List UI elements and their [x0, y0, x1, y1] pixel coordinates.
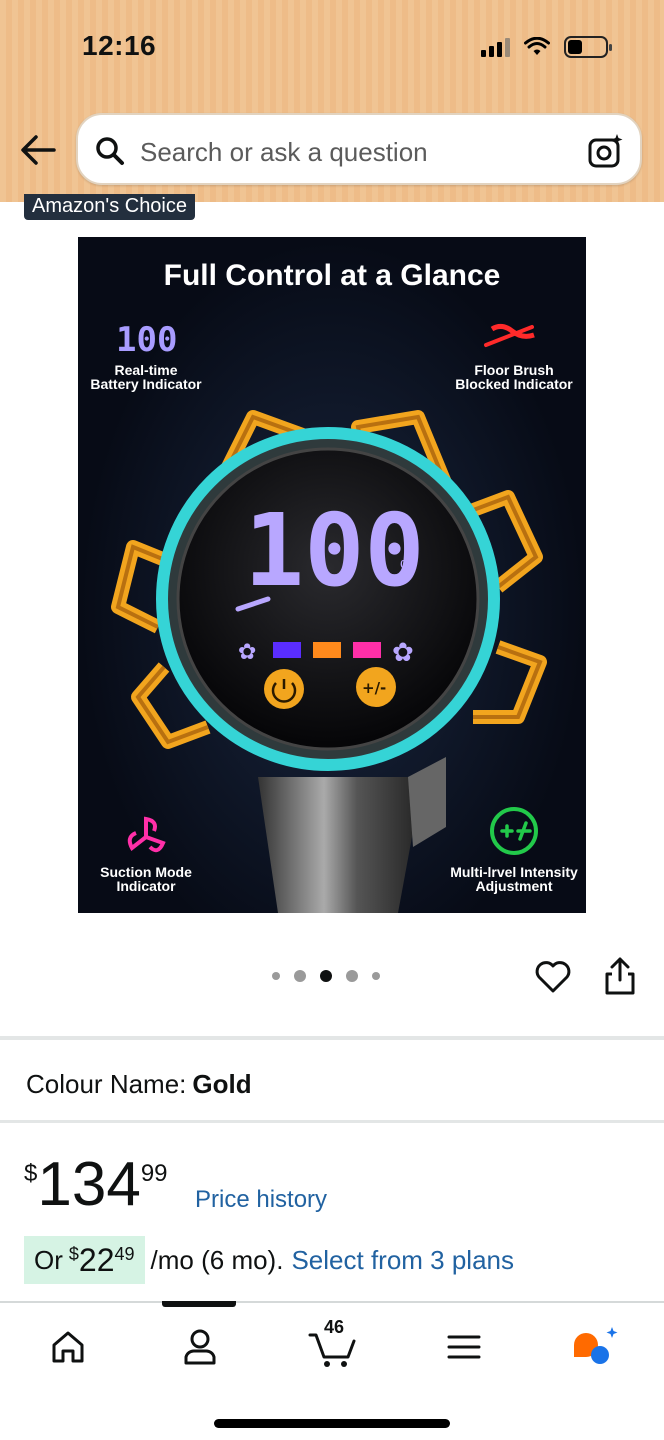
installment-whole: 22: [78, 1241, 115, 1278]
carousel-dots[interactable]: [272, 970, 380, 982]
search-icon: [96, 137, 124, 165]
price-whole: 134: [37, 1150, 141, 1219]
svg-text:+/-: +/-: [362, 679, 386, 697]
installment-symbol: $: [68, 1244, 79, 1264]
heart-icon[interactable]: [534, 958, 572, 996]
carousel-dot[interactable]: [272, 972, 280, 980]
battery-digits-text: 100: [116, 321, 177, 355]
label-floor-line2: Blocked Indicator: [455, 376, 573, 392]
back-arrow-icon[interactable]: [18, 132, 58, 168]
product-image[interactable]: Full Control at a Glance 100 Real-time B…: [78, 237, 586, 913]
installment-suffix: /mo (6 mo).: [150, 1244, 284, 1275]
divider: [0, 1120, 664, 1123]
status-time: 12:16: [82, 30, 157, 61]
label-floor-brush: Floor Brush Blocked Indicator: [454, 363, 574, 391]
display-percentage: 100: [244, 492, 425, 609]
home-indicator-bar: [214, 1419, 450, 1428]
header: 12:16 Search or ask a question: [0, 0, 664, 202]
menu-icon[interactable]: [442, 1325, 486, 1369]
svg-text:✿: ✿: [238, 640, 256, 665]
status-icons: [481, 36, 612, 58]
price-symbol: $: [24, 1160, 38, 1187]
installment-pill: Or $ 22 49: [24, 1236, 145, 1284]
floor-brush-icon: [484, 323, 535, 347]
wifi-icon: [524, 37, 550, 55]
battery-icon: [564, 36, 612, 58]
vacuum-illustration: 100 % ✿ ✿ +/-: [111, 410, 547, 913]
account-icon[interactable]: [178, 1325, 222, 1369]
price-history-link[interactable]: Price history: [195, 1186, 327, 1214]
nav-active-indicator: [162, 1301, 236, 1307]
bottom-nav: 46: [0, 1301, 664, 1440]
share-icon[interactable]: [602, 956, 638, 996]
divider: [0, 1036, 664, 1040]
carousel-dot[interactable]: [294, 970, 306, 982]
battery-digits-icon: 100: [116, 321, 177, 355]
colour-row: Colour Name: Gold: [26, 1069, 252, 1100]
carousel-dot[interactable]: [372, 972, 380, 980]
price: $ 134 99: [24, 1150, 168, 1220]
image-title: Full Control at a Glance: [163, 259, 501, 292]
signal-icon: [481, 37, 510, 57]
label-battery-line2: Battery Indicator: [90, 376, 202, 392]
label-battery-indicator: Real-time Battery Indicator: [88, 363, 204, 391]
installment-fraction: 49: [114, 1244, 135, 1264]
label-floor-line1: Floor Brush: [474, 362, 554, 378]
camera-lens-icon[interactable]: [586, 131, 626, 171]
search-input[interactable]: Search or ask a question: [76, 113, 642, 185]
carousel-dot-active[interactable]: [320, 970, 332, 982]
amazons-choice-badge: Amazon's Choice: [24, 194, 195, 220]
colour-label: Colour Name:: [26, 1069, 187, 1099]
installment-row: Or $ 22 49 /mo (6 mo). Select from 3 pla…: [24, 1236, 514, 1284]
rufus-icon[interactable]: [570, 1325, 620, 1369]
colour-value: Gold: [192, 1069, 252, 1099]
price-fraction: 99: [140, 1160, 168, 1187]
cart-count: 46: [324, 1317, 345, 1337]
select-plans-link[interactable]: Select from 3 plans: [291, 1245, 514, 1276]
search-placeholder: Search or ask a question: [140, 137, 428, 167]
installment-prefix: Or: [34, 1244, 63, 1275]
carousel-dot[interactable]: [346, 970, 358, 982]
label-battery-line1: Real-time: [114, 362, 178, 378]
home-icon[interactable]: [46, 1325, 90, 1369]
svg-text:✿: ✿: [392, 638, 414, 668]
svg-text:%: %: [400, 557, 416, 577]
